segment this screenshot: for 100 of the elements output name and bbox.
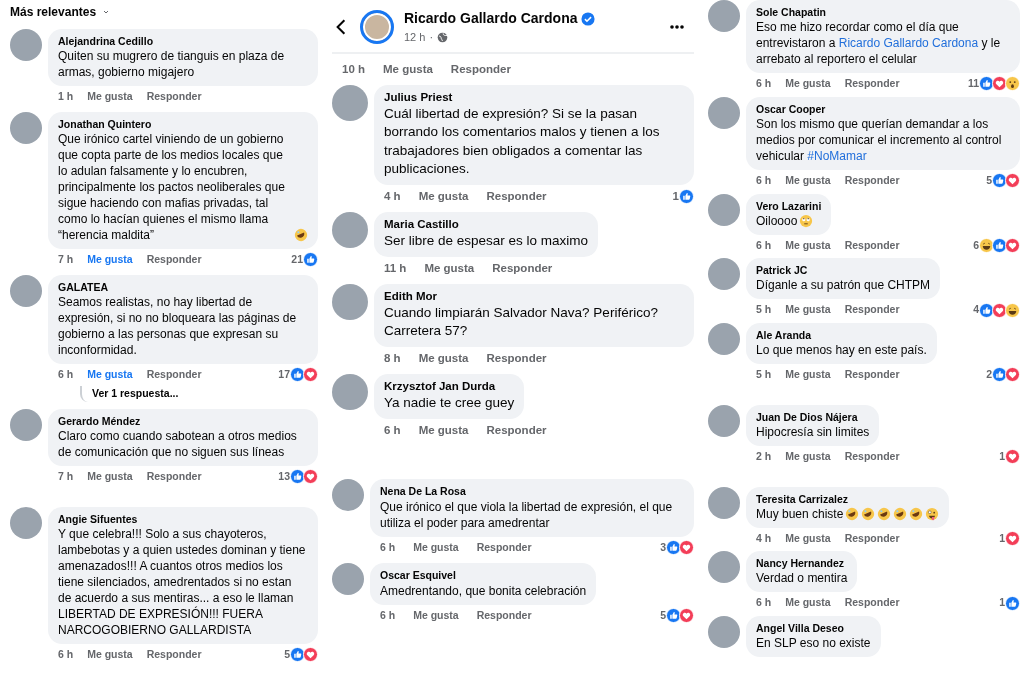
like-link[interactable]: Me gusta <box>424 259 475 277</box>
reply-link[interactable]: Responder <box>146 366 202 383</box>
avatar-placeholder <box>10 274 42 307</box>
like-link[interactable]: Me gusta <box>413 539 459 556</box>
like-link[interactable]: Me gusta <box>785 530 831 547</box>
reply-link[interactable]: Responder <box>146 89 202 105</box>
avatar-placeholder <box>332 562 364 595</box>
comment-time: 6 h <box>756 237 772 253</box>
comment-text: Verdad o mentira <box>756 570 848 587</box>
comment-text: Y que celebra!!! Solo a sus chayoteros, lambebotas y a quien ustedes dominan y tiene amenazados!!! A cuantos otros medios los tiene silenciados, amedrentados si no estan de acuerdo a sus mentiras... a eso le llaman LIBERTAD DE EXPRESIÓN!!! FUERA NARCOGOBIERNO GALLARDISTA <box>58 525 307 638</box>
like-link[interactable]: Me gusta <box>785 448 831 465</box>
avatar-placeholder <box>708 486 740 519</box>
comment-time: 6 h <box>384 422 401 438</box>
reaction-count: 2 <box>986 367 992 382</box>
reply-link[interactable]: Responder <box>486 421 547 439</box>
separator-dot: · <box>429 30 434 45</box>
reaction-count: 6 <box>973 237 979 253</box>
commenter-name[interactable]: Vero Lazarini <box>756 198 822 213</box>
comment-text: Cuál libertad de expresión? Si se la pasan borrando los comentarios malos y tienen a los trabajadores bien obligados a comentar las publicaciones. <box>384 104 661 179</box>
reply-link[interactable]: Responder <box>844 172 900 189</box>
like-link[interactable]: Me gusta <box>418 421 469 439</box>
avatar-placeholder <box>708 616 740 648</box>
reply-link[interactable]: Responder <box>450 60 511 78</box>
comment-text: Amedrentando, que bonita celebración <box>380 582 587 599</box>
reply-link[interactable]: Responder <box>844 237 900 254</box>
commenter-name[interactable]: Nena De La Rosa <box>380 483 684 499</box>
like-link[interactable]: Me gusta <box>413 607 459 624</box>
like-link[interactable]: Me gusta <box>785 302 831 318</box>
reaction-count: 1 <box>999 530 1005 546</box>
reply-link[interactable]: Responder <box>844 76 900 92</box>
reaction-count: 13 <box>278 469 290 484</box>
comment-time: 6 h <box>58 366 74 382</box>
reply-link[interactable]: Responder <box>146 646 202 663</box>
comment-time: 6 h <box>756 76 772 91</box>
reply-link[interactable]: Responder <box>844 530 900 547</box>
comment-time: 4 h <box>384 188 401 204</box>
like-link[interactable]: Me gusta <box>87 251 133 268</box>
commenter-name[interactable]: Patrick JC <box>756 263 931 278</box>
mention-link[interactable]: #NoMamar <box>807 148 867 163</box>
avatar-placeholder <box>708 551 740 584</box>
commenter-name[interactable]: Gerardo Méndez <box>58 414 308 428</box>
commenter-name[interactable]: Angie Sifuentes <box>58 511 308 526</box>
reply-link[interactable]: Responder <box>844 367 900 383</box>
commenter-name[interactable]: Angel Villa Deseo <box>756 621 871 635</box>
avatar-placeholder <box>10 506 42 539</box>
reply-link[interactable]: Responder <box>844 595 900 611</box>
commenter-name[interactable]: Nancy Hernandez <box>756 556 848 571</box>
commenter-name[interactable]: Julius Priest <box>384 89 684 105</box>
comment-text: Son los mismo que querían demandar a los medios por comunicar el incremento al control vehicular #NoMamar <box>756 115 1003 164</box>
like-link[interactable]: Me gusta <box>87 366 133 383</box>
avatar-placeholder <box>10 111 42 144</box>
commenter-name[interactable]: Oscar Esquivel <box>380 567 587 583</box>
commenter-name[interactable]: Teresita Carrizalez <box>756 491 940 506</box>
comment-text: Quiten su mugrero de tianguis en plaza de armas, gobierno migajero <box>58 48 286 80</box>
like-link[interactable]: Me gusta <box>785 172 831 189</box>
commenter-name[interactable]: GALATEA <box>58 279 308 294</box>
like-link[interactable]: Me gusta <box>785 76 831 92</box>
reply-link[interactable]: Responder <box>476 607 532 624</box>
like-link[interactable]: Me gusta <box>87 89 133 105</box>
reply-link[interactable]: Responder <box>486 349 547 367</box>
like-link[interactable]: Me gusta <box>785 237 831 254</box>
comment-text: Que irónico cartel viniendo de un gobierno que copta parte de los medios locales que lo adulan falsamente y lo encubren, principalmente los pactos neoliberales que sigue haciendo con mafias privadas, tal como lo hacían quienes el mismo llama “herencia maldita” <box>58 130 286 243</box>
comment-text: Díganle a su patrón que CHTPM <box>756 277 931 294</box>
commenter-name[interactable]: Edith Mor <box>384 288 684 304</box>
like-link[interactable]: Me gusta <box>785 367 831 383</box>
reply-link[interactable]: Responder <box>844 302 900 318</box>
commenter-name[interactable]: Sole Chapatin <box>756 5 1010 19</box>
more-options-icon <box>668 23 686 30</box>
like-link[interactable]: Me gusta <box>785 595 831 611</box>
reply-link[interactable]: Responder <box>492 259 553 277</box>
commenter-name[interactable]: Maria Castillo <box>384 217 589 232</box>
commenter-name[interactable]: Jonathan Quintero <box>58 116 308 131</box>
like-link[interactable]: Me gusta <box>87 646 133 663</box>
reaction-count: 1 <box>672 188 679 204</box>
reply-link[interactable]: Responder <box>146 469 202 485</box>
reply-link[interactable]: Responder <box>146 251 202 268</box>
comment-time: 4 h <box>756 530 772 546</box>
like-link[interactable]: Me gusta <box>87 469 133 485</box>
sort-menu[interactable]: Más relevantes <box>10 0 318 29</box>
comment-text: Que irónico el que viola la libertad de expresión, el que utiliza el poder para amedrentar <box>380 498 674 531</box>
reply-link[interactable]: Responder <box>476 539 532 556</box>
like-link[interactable]: Me gusta <box>418 187 469 205</box>
comment-time: 7 h <box>58 251 74 267</box>
commenter-name[interactable]: Alejandrina Cedillo <box>58 34 308 48</box>
reply-link[interactable]: Responder <box>486 187 547 205</box>
like-link[interactable]: Me gusta <box>383 60 433 78</box>
post-time: 12 h <box>404 30 426 45</box>
comment-time: 10 h <box>342 61 365 77</box>
commenter-name[interactable]: Juan De Dios Nájera <box>756 409 870 424</box>
avatar-placeholder <box>708 258 740 291</box>
commenter-name[interactable]: Oscar Cooper <box>756 101 1010 116</box>
view-replies-link[interactable]: Ver 1 respuesta... <box>80 386 318 402</box>
commenter-name[interactable]: Ale Aranda <box>756 328 927 342</box>
author-name[interactable]: Ricardo Gallardo Cardona <box>404 8 578 29</box>
comment-text: Eso me hizo recordar como el día que entrevistaron a Ricardo Gallardo Cardona y le arrebato al reportero el celular <box>756 19 1002 67</box>
avatar-placeholder <box>708 323 740 355</box>
like-link[interactable]: Me gusta <box>418 349 469 367</box>
reply-link[interactable]: Responder <box>844 448 900 465</box>
commenter-name[interactable]: Krzysztof Jan Durda <box>384 379 515 394</box>
mention-link[interactable]: Ricardo Gallardo Cardona <box>838 36 979 50</box>
